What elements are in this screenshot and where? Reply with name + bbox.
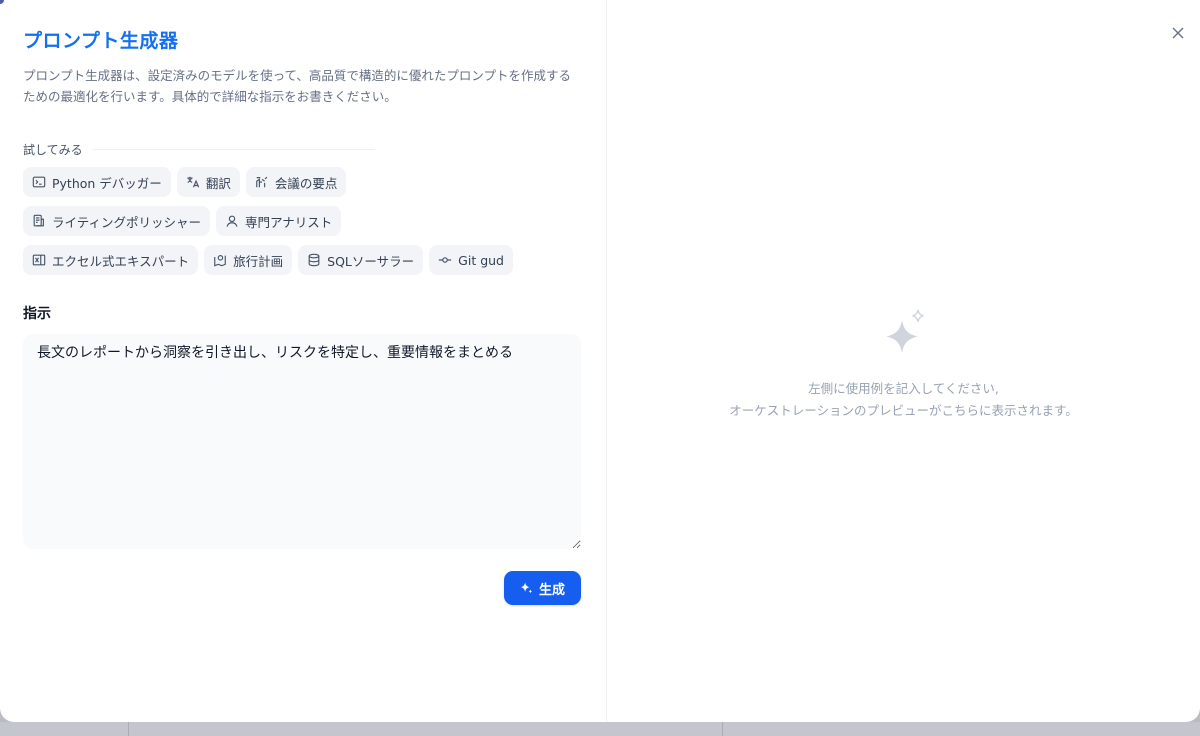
chip-meeting-summary[interactable]: 会議の要点 <box>245 167 347 197</box>
close-icon <box>1172 27 1184 39</box>
backdrop-divider <box>722 722 723 736</box>
chip-python-debugger[interactable]: Python デバッガー <box>23 167 171 197</box>
chip-travel-plan[interactable]: 旅行計画 <box>204 245 293 275</box>
chip-git-gud[interactable]: Git gud <box>429 245 513 275</box>
chip-label: 会議の要点 <box>274 175 338 191</box>
backdrop-divider <box>128 722 129 736</box>
chip-label: ライティングポリッシャー <box>52 214 202 230</box>
preview-hint-line-2: オーケストレーションのプレビューがこちらに表示されます。 <box>729 403 1078 418</box>
excel-icon <box>32 253 46 267</box>
git-commit-icon <box>438 253 452 267</box>
preview-hint-line-1: 左側に使用例を記入してください, <box>808 381 999 396</box>
user-icon <box>225 214 239 228</box>
example-chips: Python デバッガー 翻訳 会議の要点 ライティングポリッシャー 専門アナリ… <box>23 167 513 275</box>
try-divider <box>92 149 375 150</box>
chip-label: エクセル式エキスパート <box>52 253 190 269</box>
backdrop-strip <box>0 722 1200 736</box>
preview-empty-state: 左側に使用例を記入してください, オーケストレーションのプレビューがこちらに表示… <box>607 308 1200 422</box>
modal-description: プロンプト生成器は、設定済みのモデルを使って、高品質で構造的に優れたプロンプトを… <box>23 68 572 104</box>
modal-title: プロンプト生成器 <box>23 30 179 52</box>
try-section-header: 試してみる <box>23 141 580 158</box>
sparkles-icon <box>876 308 932 364</box>
close-button[interactable] <box>1170 25 1186 41</box>
chip-sql-sorcerer[interactable]: SQLソーサラー <box>298 245 424 275</box>
generate-label: 生成 <box>538 582 565 598</box>
translate-icon <box>186 175 200 189</box>
chip-translate[interactable]: 翻訳 <box>176 167 240 197</box>
instruction-label: 指示 <box>23 306 51 322</box>
terminal-icon <box>32 175 46 189</box>
document-icon <box>32 214 46 228</box>
generate-button[interactable]: 生成 <box>503 571 581 605</box>
chip-label: 専門アナリスト <box>245 214 333 230</box>
sparkle-icon <box>519 581 533 595</box>
chip-label: Python デバッガー <box>52 175 162 191</box>
chip-excel-expert[interactable]: エクセル式エキスパート <box>23 245 199 275</box>
try-label: 試してみる <box>23 143 83 157</box>
left-pane: プロンプト生成器 プロンプト生成器は、設定済みのモデルを使って、高品質で構造的に… <box>0 0 607 722</box>
generate-row: 生成 <box>23 571 581 605</box>
chip-writing-polisher[interactable]: ライティングポリッシャー <box>23 206 211 236</box>
chip-expert-analyst[interactable]: 専門アナリスト <box>216 206 342 236</box>
chip-label: SQLソーサラー <box>327 253 415 269</box>
chip-label: 旅行計画 <box>233 253 284 269</box>
meeting-icon <box>255 175 269 189</box>
database-icon <box>307 253 321 267</box>
prompt-generator-modal: プロンプト生成器 プロンプト生成器は、設定済みのモデルを使って、高品質で構造的に… <box>0 0 1200 722</box>
instruction-textarea[interactable]: 長文のレポートから洞察を引き出し、リスクを特定し、重要情報をまとめる <box>23 334 581 549</box>
map-icon <box>213 253 227 267</box>
chip-label: 翻訳 <box>205 175 231 191</box>
preview-pane: 左側に使用例を記入してください, オーケストレーションのプレビューがこちらに表示… <box>607 0 1200 722</box>
chip-label: Git gud <box>458 252 504 268</box>
